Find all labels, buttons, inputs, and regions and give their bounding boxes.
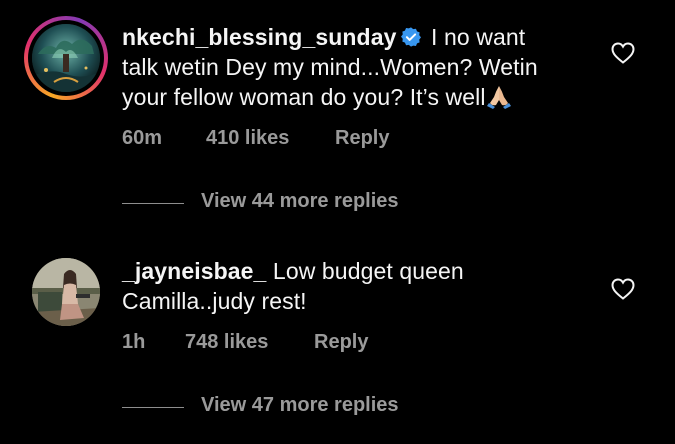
view-replies[interactable]: View 44 more replies [0, 188, 675, 218]
comment-text-line: Low budget queen [272, 258, 464, 284]
likes-count[interactable]: 748 likes [185, 331, 268, 354]
comment-meta: 1h 748 likes Reply [122, 331, 522, 355]
comment-line: _jayneisbae_ Low budget queen [122, 256, 602, 286]
reply-button[interactable]: Reply [335, 127, 389, 150]
likes-count[interactable]: 410 likes [206, 127, 289, 150]
verified-badge-icon [401, 27, 422, 47]
username[interactable]: _jayneisbae_ [122, 258, 266, 284]
comment-text-line: talk wetin Dey my mind...Women? Wetin [122, 54, 538, 80]
folded-hands-emoji-icon [486, 86, 511, 109]
comment-line: your fellow woman do you? It’s well [122, 82, 602, 112]
avatar-photo-woman-icon [32, 258, 100, 326]
like-heart-icon[interactable] [611, 278, 635, 300]
timestamp: 1h [122, 331, 146, 353]
view-replies-label[interactable]: View 44 more replies [201, 190, 399, 213]
comment-text-line: your fellow woman do you? It’s well [122, 84, 486, 110]
divider-line [122, 203, 184, 204]
like-heart-icon[interactable] [611, 42, 635, 64]
view-replies[interactable]: View 47 more replies [0, 392, 675, 422]
comment-text-line: I no want [430, 24, 526, 50]
comment-text: nkechi_blessing_sunday I no want talk we… [122, 22, 602, 112]
avatar[interactable] [32, 24, 100, 92]
avatar[interactable] [32, 258, 100, 326]
reply-button[interactable]: Reply [314, 331, 368, 354]
username[interactable]: nkechi_blessing_sunday [122, 24, 396, 50]
view-replies-label[interactable]: View 47 more replies [201, 394, 399, 417]
comment-text: _jayneisbae_ Low budget queen Camilla..j… [122, 256, 602, 316]
divider-line [122, 407, 184, 408]
comment-meta: 60m 410 likes Reply [122, 127, 522, 151]
comment-text-line: Camilla..judy rest! [122, 288, 307, 314]
comment-line: nkechi_blessing_sunday I no want [122, 22, 602, 52]
timestamp: 60m [122, 127, 163, 149]
avatar-fantasy-landscape-icon [32, 24, 100, 92]
